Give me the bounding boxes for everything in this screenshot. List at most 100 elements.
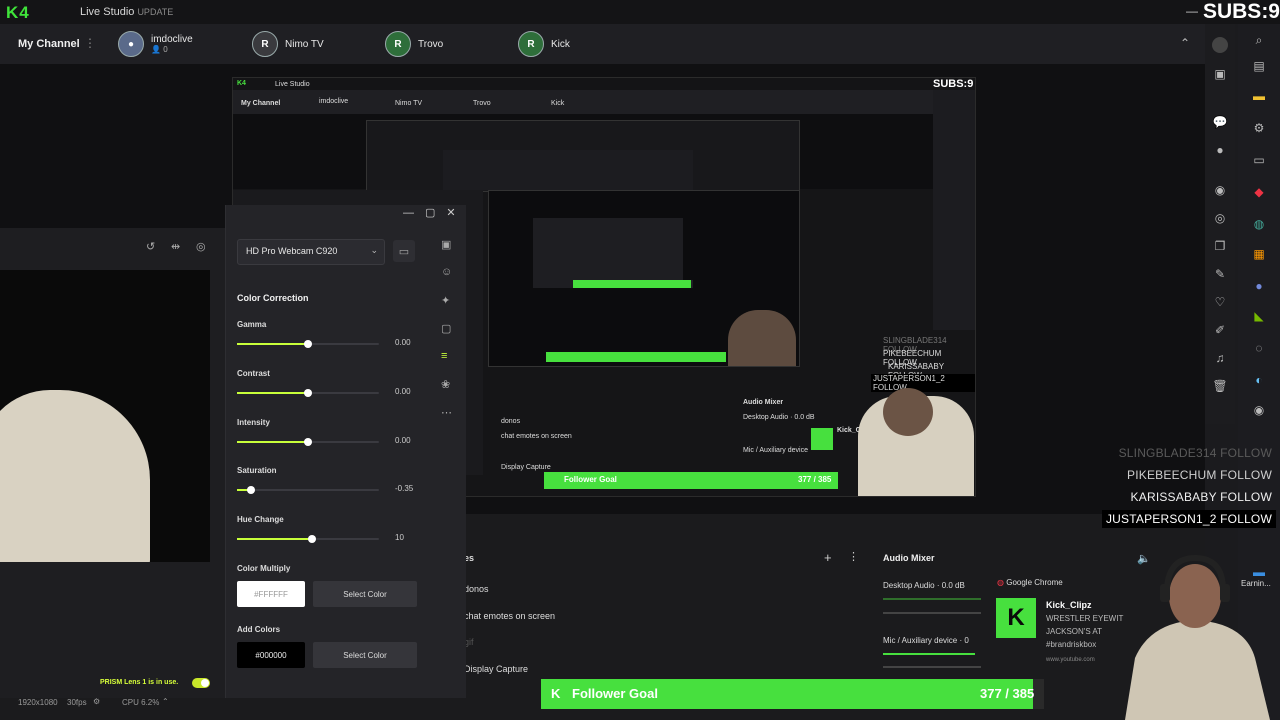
slider-thumb[interactable] [304, 438, 312, 446]
effects-icon[interactable]: ❀ [441, 378, 450, 391]
panel-icon[interactable]: ▤ [1251, 58, 1267, 74]
follower-goal-label: Follower Goal [572, 686, 658, 701]
window-minimize-icon[interactable]: — [1186, 4, 1198, 18]
gear-icon[interactable]: ⚙ [93, 697, 100, 706]
slider-fill [237, 343, 308, 345]
app-red-icon[interactable]: ◆ [1251, 184, 1267, 200]
dialog-window-controls[interactable]: —▢✕ [403, 206, 467, 219]
computer-icon[interactable]: ▭ [1251, 152, 1267, 168]
steam-icon[interactable]: ◐ [1251, 372, 1267, 388]
source-item[interactable]: donos [464, 584, 489, 594]
desktop-audio-slider[interactable] [883, 612, 981, 614]
slider-thumb[interactable] [304, 340, 312, 348]
add-colors-value[interactable]: #000000 [237, 642, 305, 668]
avatar: R [385, 31, 411, 57]
desktop-audio-label: Desktop Audio · 0.0 dB [883, 581, 965, 590]
source-item[interactable]: chat emotes on screen [464, 611, 555, 621]
mic-label: Mic / Auxiliary device · 0 [883, 636, 969, 645]
channel-name: imdoclive [151, 34, 193, 45]
pen-icon[interactable]: ✎ [1212, 266, 1228, 282]
slider-value: 0.00 [395, 338, 411, 347]
app-title: Live Studio UPDATE [80, 6, 174, 18]
lens-toggle[interactable] [192, 678, 210, 688]
camera-select-value: HD Pro Webcam C920 [246, 246, 338, 256]
follower-alert: KARISSABABY FOLLOW [1130, 490, 1272, 504]
slider-hue-change[interactable] [237, 535, 379, 543]
mic-meter[interactable] [883, 653, 975, 655]
subs-overlay: SUBS:9 [1202, 0, 1280, 23]
chat-icon[interactable]: 💬 [1212, 114, 1228, 130]
camera-select[interactable]: HD Pro Webcam C920 ⌄ [237, 239, 385, 265]
slider-thumb[interactable] [304, 389, 312, 397]
fps: 30fps [67, 698, 87, 707]
add-colors-label: Add Colors [237, 625, 281, 634]
slider-gamma[interactable] [237, 340, 379, 348]
channel-nimo-tv[interactable]: R Nimo TV [252, 31, 324, 57]
follower-goal-count: 377 / 385 [980, 686, 1035, 701]
select-color-button[interactable]: Select Color [313, 581, 417, 607]
mic-slider[interactable] [883, 666, 981, 668]
source-item[interactable]: Display Capture [464, 664, 528, 674]
brush-icon[interactable]: ✐ [1212, 322, 1228, 338]
obs-icon[interactable]: ◉ [1251, 402, 1267, 418]
network-icon[interactable]: ◌ [1251, 340, 1267, 356]
heart-icon[interactable]: ♡ [1212, 294, 1228, 310]
resolution: 1920x1080 [18, 698, 58, 707]
discord-icon[interactable]: ● [1251, 278, 1267, 294]
trash-icon[interactable]: 🗑 [1212, 378, 1228, 394]
slider-saturation[interactable] [237, 486, 379, 494]
portrait-icon[interactable]: ▣ [441, 238, 451, 251]
channel-name: Kick [551, 38, 570, 50]
rotate-icon[interactable]: ↺ [146, 240, 155, 253]
collapse-icon[interactable]: ⌃ [1180, 36, 1190, 50]
search-icon[interactable]: ⌕ [1251, 32, 1267, 48]
gear-icon[interactable]: ⚙ [1251, 120, 1267, 136]
color-multiply-value[interactable]: #FFFFFF [237, 581, 305, 607]
streamer-webcam-overlay [1125, 554, 1270, 720]
color-correction-title: Color Correction [237, 293, 309, 303]
slider-label-saturation: Saturation [237, 466, 277, 475]
update-badge[interactable]: UPDATE [137, 7, 173, 17]
store-icon[interactable]: ▦ [1251, 246, 1267, 262]
more-options-icon[interactable]: ⋮ [84, 36, 96, 50]
camera-icon[interactable]: ◉ [1212, 182, 1228, 198]
channel-kick[interactable]: R Kick [518, 31, 570, 57]
music-icon[interactable]: ♫ [1212, 350, 1228, 366]
adjust-icon[interactable]: ≡ [441, 350, 447, 362]
my-channel-button[interactable]: My Channel [18, 38, 80, 50]
kick-logo: K [996, 598, 1036, 638]
slider-intensity[interactable] [237, 438, 379, 446]
camera-settings-button[interactable]: ▭ [393, 240, 415, 262]
layout-icon[interactable]: ▣ [1212, 66, 1228, 82]
slider-fill [237, 392, 308, 394]
nvidia-icon[interactable]: ◣ [1251, 308, 1267, 324]
flip-icon[interactable]: ⇹ [171, 240, 180, 253]
sparkle-icon[interactable]: ✦ [441, 294, 450, 307]
copy-icon[interactable]: ❐ [1212, 238, 1228, 254]
notification-icon[interactable]: ● [1212, 142, 1228, 158]
channel-trovo[interactable]: R Trovo [385, 31, 443, 57]
slider-label-hue-change: Hue Change [237, 515, 284, 524]
chrome-icon[interactable]: ◍ [1251, 216, 1267, 232]
channel-imdoclive[interactable]: ● imdoclive 👤 0 [118, 31, 193, 57]
desktop-audio-meter[interactable] [883, 598, 981, 600]
chevron-up-icon[interactable]: ⌃ [162, 697, 169, 706]
select-color-button[interactable]: Select Color [313, 642, 417, 668]
folder-icon[interactable]: ▬ [1251, 88, 1267, 104]
sources-more-icon[interactable]: ⋮ [848, 550, 859, 563]
frame-icon[interactable]: ▢ [441, 322, 451, 335]
more-icon[interactable]: ⋯ [441, 406, 452, 419]
add-source-button[interactable]: + [824, 550, 832, 565]
nested-follower-goal: Follower Goal 377 / 385 [544, 472, 838, 489]
slider-value: 10 [395, 533, 404, 542]
follower-alert: PIKEBEECHUM FOLLOW [1127, 468, 1272, 482]
user-icon[interactable] [1212, 37, 1228, 53]
face-icon[interactable]: ☺ [441, 266, 452, 278]
title-bar [0, 0, 1280, 24]
chevron-down-icon: ⌄ [370, 245, 378, 255]
capture-icon[interactable]: ◎ [196, 240, 206, 253]
webcam-icon[interactable]: ◎ [1212, 210, 1228, 226]
slider-contrast[interactable] [237, 389, 379, 397]
channel-name: Trovo [418, 38, 444, 50]
app-logo: K4 [6, 3, 30, 22]
